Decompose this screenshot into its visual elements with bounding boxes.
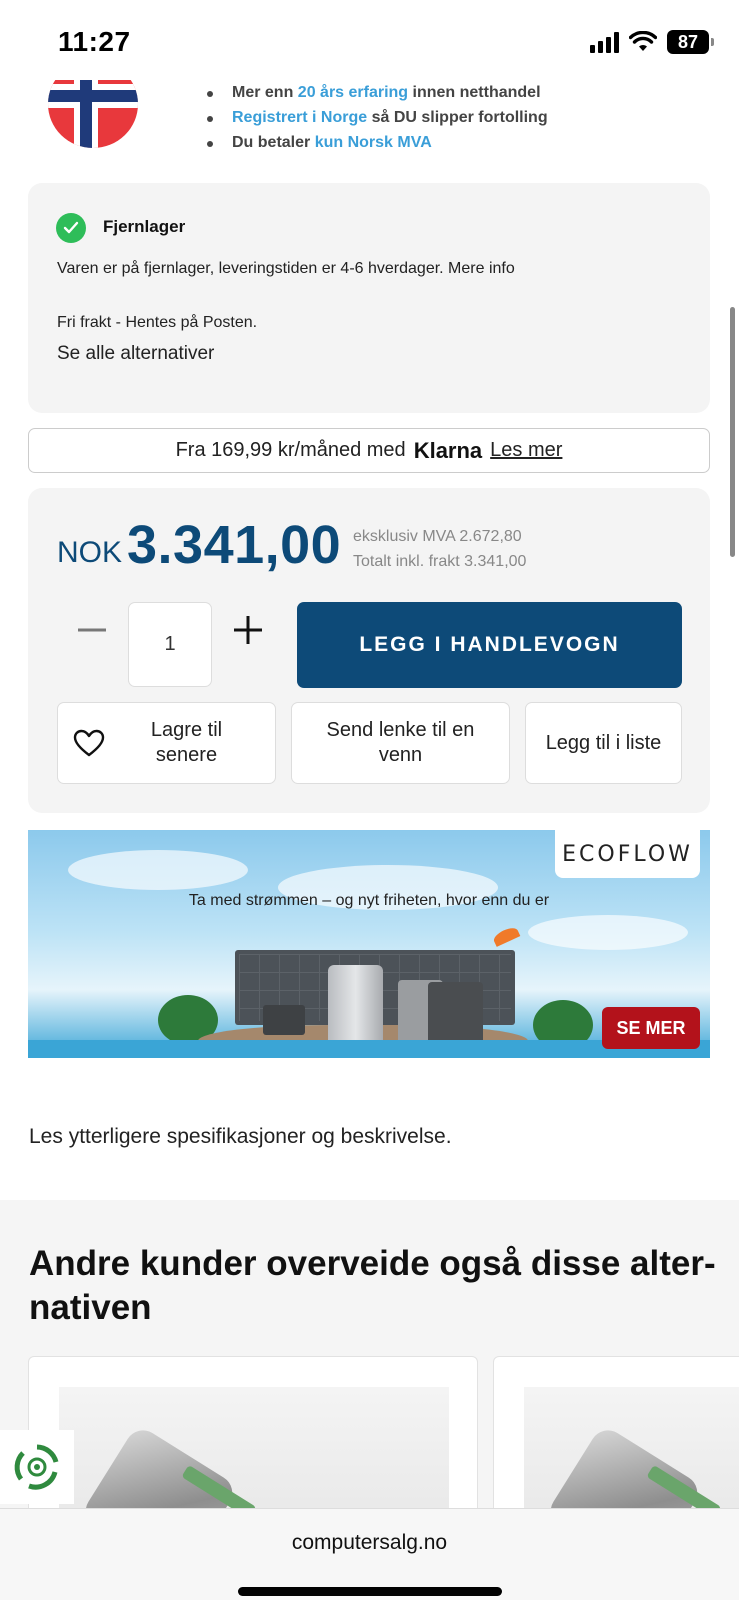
stock-info-box: Fjernlager Varen er på fjernlager, lever…	[28, 183, 710, 413]
quantity-input[interactable]	[128, 602, 212, 687]
product-card[interactable]	[493, 1356, 739, 1516]
send-link-button[interactable]: Send lenke til en venn	[291, 702, 510, 784]
fitting-illustration	[78, 1423, 240, 1515]
specifications-link[interactable]: Les ytterligere spesifikasjoner og beskr…	[29, 1125, 452, 1149]
stock-description: Varen er på fjernlager, leveringstiden e…	[57, 260, 515, 277]
quantity-decrease-button[interactable]	[72, 610, 112, 650]
usp-highlight[interactable]: Registrert i Norge	[232, 109, 367, 126]
battery-icon: 87	[667, 30, 714, 54]
status-icons: 87	[590, 30, 714, 54]
price-box: NOK 3.341,00 eksklusiv MVA 2.672,80 Tota…	[28, 488, 710, 813]
ecoflow-promo-banner[interactable]: ECOFLOW Ta med strømmen – og nyt frihete…	[28, 830, 710, 1058]
save-for-later-button[interactable]: Lagre til senere	[57, 702, 276, 784]
url-text[interactable]: computersalg.no	[0, 1531, 739, 1555]
check-circle-icon	[56, 213, 86, 243]
usp-item: Du betaler kun Norsk MVA	[205, 130, 548, 155]
price-amount: 3.341,00	[127, 515, 342, 575]
save-for-later-label: Lagre til senere	[150, 719, 223, 766]
product-image	[524, 1387, 739, 1515]
usp-item: Registrert i Norge så DU slipper fortoll…	[205, 105, 548, 130]
add-to-list-label: Legg til i liste	[545, 731, 662, 754]
wifi-icon	[629, 31, 657, 51]
price-currency: NOK	[57, 536, 123, 569]
price-total-incl-shipping: Totalt inkl. frakt 3.341,00	[353, 553, 527, 570]
klarna-logo: Klarna	[413, 437, 483, 463]
product-illustration	[328, 965, 383, 1047]
recycle-badge-button[interactable]	[0, 1430, 74, 1504]
recycle-icon	[14, 1444, 59, 1490]
product-illustration	[428, 982, 483, 1047]
product-illustration	[263, 1005, 305, 1035]
home-indicator[interactable]	[238, 1587, 502, 1596]
ecoflow-logo: ECOFLOW	[555, 830, 700, 878]
klarna-text: Fra 169,99 kr/måned med	[175, 439, 406, 461]
kite-illustration	[491, 925, 521, 947]
usp-highlight[interactable]: 20 års erfaring	[298, 84, 408, 101]
price-ex-vat: eksklusiv MVA 2.672,80	[353, 528, 522, 545]
klarna-financing-bar[interactable]: Fra 169,99 kr/måned med Klarna Les mer	[28, 428, 710, 473]
quantity-increase-button[interactable]	[228, 610, 268, 650]
product-image	[59, 1387, 449, 1515]
klarna-read-more-link[interactable]: Les mer	[490, 439, 562, 462]
add-to-cart-button[interactable]: LEGG I HANDLEVOGN	[297, 602, 682, 688]
usp-item: Mer enn 20 års erfaring innen netthandel	[205, 80, 548, 105]
scrollbar[interactable]	[730, 307, 735, 557]
status-bar: 11:27 87	[0, 0, 739, 80]
recommendations-title: Andre kunder overveide også disse alter-…	[29, 1244, 716, 1327]
recommendations-section: Andre kunder overveide også disse alter-…	[0, 1200, 739, 1516]
browser-address-bar[interactable]: computersalg.no	[0, 1508, 739, 1600]
usp-highlight[interactable]: kun Norsk MVA	[315, 134, 432, 151]
add-to-list-button[interactable]: Legg til i liste	[525, 702, 682, 784]
price-details: eksklusiv MVA 2.672,80 Totalt inkl. frak…	[353, 524, 526, 574]
usp-list: Mer enn 20 års erfaring innen netthandel…	[205, 80, 548, 155]
product-card[interactable]	[28, 1356, 478, 1516]
shipping-info: Fri frakt - Hentes på Posten.	[57, 314, 258, 331]
send-link-label: Send lenke til en venn	[326, 719, 475, 766]
see-more-button[interactable]: SE MER	[602, 1007, 700, 1049]
stock-status-title: Fjernlager	[103, 217, 186, 236]
fitting-illustration	[543, 1423, 705, 1515]
plus-icon	[234, 616, 262, 644]
heart-icon	[73, 729, 105, 757]
see-all-alternatives-link[interactable]: Se alle alternativer	[57, 343, 214, 365]
status-time: 11:27	[58, 26, 131, 57]
signal-icon	[590, 31, 619, 53]
minus-icon	[78, 628, 106, 632]
banner-tagline: Ta med strømmen – og nyt friheten, hvor …	[188, 892, 550, 909]
